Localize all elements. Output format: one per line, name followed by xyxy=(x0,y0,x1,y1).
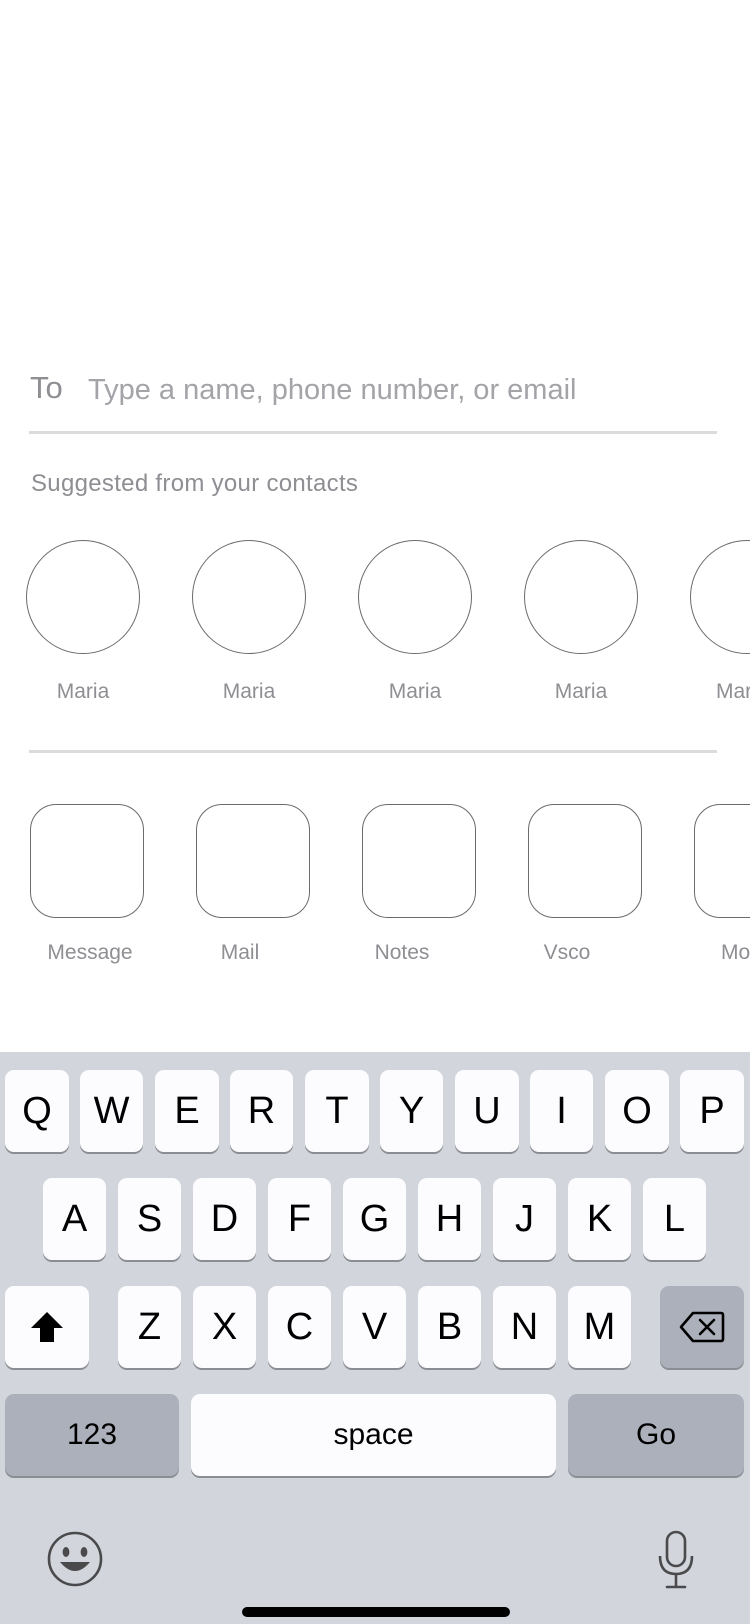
contact-avatar[interactable] xyxy=(524,540,638,654)
key-m[interactable]: M xyxy=(568,1286,631,1368)
contact-name: Maria xyxy=(554,680,608,700)
key-x[interactable]: X xyxy=(193,1286,256,1368)
dictation-button[interactable] xyxy=(656,1530,696,1592)
contact-avatar[interactable] xyxy=(690,540,750,654)
app-name: Mail xyxy=(220,941,260,964)
key-a[interactable]: A xyxy=(43,1178,106,1260)
notes-app-icon[interactable] xyxy=(362,804,476,918)
shift-key[interactable] xyxy=(5,1286,89,1368)
space-key[interactable]: space xyxy=(191,1394,556,1476)
smiley-face-icon xyxy=(47,1531,103,1587)
message-app-icon[interactable] xyxy=(30,804,144,918)
home-indicator[interactable] xyxy=(242,1607,510,1617)
suggested-contacts-title: Suggested from your contacts xyxy=(31,470,359,497)
key-t[interactable]: T xyxy=(305,1070,369,1152)
numbers-key[interactable]: 123 xyxy=(5,1394,179,1476)
key-q[interactable]: Q xyxy=(5,1070,69,1152)
app-name: Mo xyxy=(721,941,750,964)
section-divider xyxy=(29,750,717,753)
key-h[interactable]: H xyxy=(418,1178,481,1260)
key-i[interactable]: I xyxy=(530,1070,593,1152)
contact-avatar[interactable] xyxy=(192,540,306,654)
more-app-icon[interactable] xyxy=(694,804,750,918)
contact-name: Mar xyxy=(716,680,750,700)
go-key[interactable]: Go xyxy=(568,1394,744,1476)
contact-avatar[interactable] xyxy=(26,540,140,654)
key-j[interactable]: J xyxy=(493,1178,556,1260)
key-g[interactable]: G xyxy=(343,1178,406,1260)
backspace-icon xyxy=(679,1311,725,1343)
microphone-icon xyxy=(658,1530,694,1589)
share-apps-strip[interactable]: Message Mail Notes Vsco Mo xyxy=(0,804,750,974)
key-k[interactable]: K xyxy=(568,1178,631,1260)
app-name: Notes xyxy=(374,941,430,964)
shift-icon xyxy=(31,1312,63,1342)
contact-avatar[interactable] xyxy=(358,540,472,654)
key-e[interactable]: E xyxy=(155,1070,219,1152)
emoji-button[interactable] xyxy=(46,1530,104,1588)
mail-app-icon[interactable] xyxy=(196,804,310,918)
contact-name: Maria xyxy=(222,680,276,700)
key-r[interactable]: R xyxy=(230,1070,293,1152)
to-field-row: To xyxy=(30,360,720,432)
key-p[interactable]: P xyxy=(680,1070,744,1152)
key-v[interactable]: V xyxy=(343,1286,406,1368)
key-z[interactable]: Z xyxy=(118,1286,181,1368)
key-b[interactable]: B xyxy=(418,1286,481,1368)
app-name: Vsco xyxy=(543,941,591,964)
key-n[interactable]: N xyxy=(493,1286,556,1368)
key-s[interactable]: S xyxy=(118,1178,181,1260)
key-d[interactable]: D xyxy=(193,1178,256,1260)
recipient-input[interactable] xyxy=(88,364,708,416)
keyboard: Q W E R T Y U I O P A S D F G H J K L Z … xyxy=(0,1052,750,1624)
app-name: Message xyxy=(47,941,133,964)
to-label: To xyxy=(30,370,63,405)
key-y[interactable]: Y xyxy=(380,1070,443,1152)
key-w[interactable]: W xyxy=(80,1070,143,1152)
key-l[interactable]: L xyxy=(643,1178,706,1260)
delete-key[interactable] xyxy=(660,1286,744,1368)
key-c[interactable]: C xyxy=(268,1286,331,1368)
key-u[interactable]: U xyxy=(455,1070,519,1152)
to-field-divider xyxy=(29,431,717,434)
key-f[interactable]: F xyxy=(268,1178,331,1260)
key-o[interactable]: O xyxy=(605,1070,669,1152)
suggested-contacts-strip[interactable]: Maria Maria Maria Maria Mar xyxy=(0,540,750,700)
contact-name: Maria xyxy=(388,680,442,700)
contact-name: Maria xyxy=(56,680,110,700)
vsco-app-icon[interactable] xyxy=(528,804,642,918)
